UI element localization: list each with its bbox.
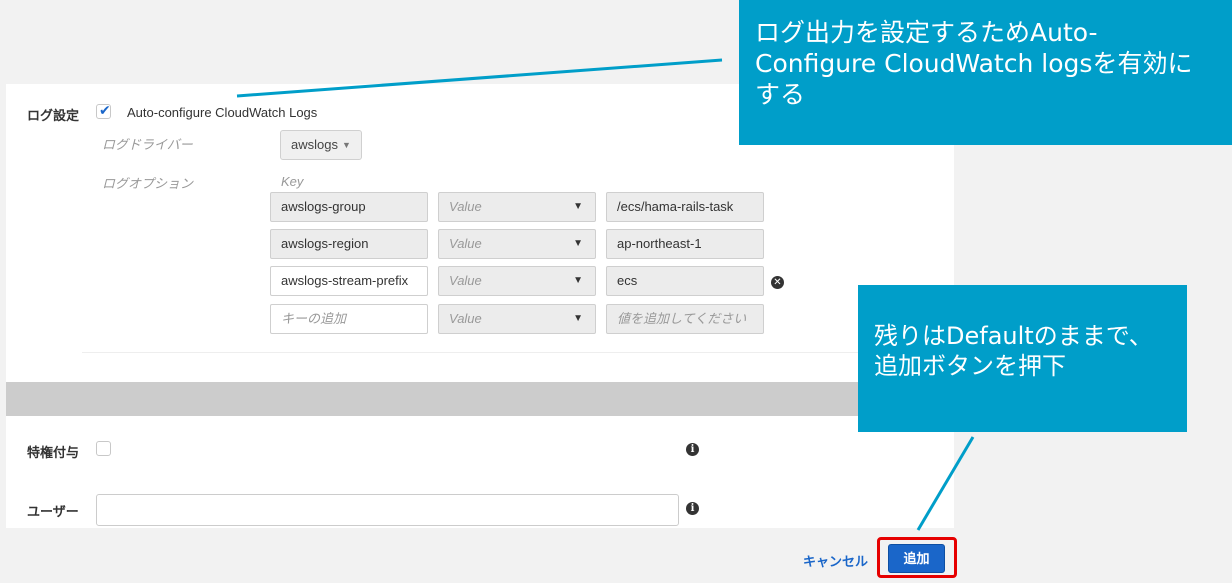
callout-top-connector (236, 58, 723, 98)
callout-bottom: 残りはDefaultのままで、追加ボタンを押下 (858, 285, 1187, 432)
callout-top: ログ出力を設定するためAuto-Configure CloudWatch log… (739, 0, 1232, 145)
callout-bottom-connector (916, 436, 975, 531)
